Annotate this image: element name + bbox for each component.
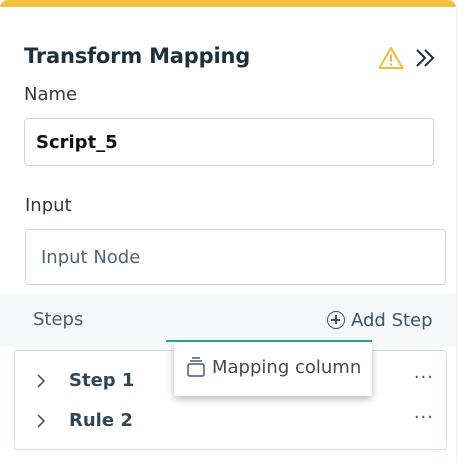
panel-title: Transform Mapping — [24, 44, 251, 68]
double-chevron-right-icon[interactable] — [414, 46, 436, 70]
name-field[interactable]: Script_5 — [24, 118, 434, 166]
chevron-right-icon[interactable] — [35, 374, 47, 388]
menu-item-mapping-column[interactable]: Mapping column — [186, 356, 361, 378]
chevron-right-icon[interactable] — [35, 414, 47, 428]
name-label: Name — [24, 84, 78, 105]
add-step-label: Add Step — [351, 309, 433, 331]
more-options-icon[interactable]: ··· — [414, 407, 434, 428]
add-step-button[interactable]: Add Step — [327, 309, 433, 331]
add-step-dropdown: Mapping column — [174, 342, 372, 396]
warning-icon[interactable] — [378, 46, 404, 70]
menu-item-label: Mapping column — [212, 356, 362, 378]
step-label: Rule 2 — [69, 410, 133, 431]
stack-icon — [187, 357, 205, 377]
transform-mapping-panel: Transform Mapping Name Script_5 Input In… — [0, 0, 456, 465]
more-options-icon[interactable]: ··· — [414, 367, 434, 388]
input-node-field[interactable]: Input Node — [25, 229, 446, 285]
steps-label: Steps — [33, 309, 84, 330]
step-item[interactable]: Rule 2 ··· — [15, 407, 446, 437]
input-label: Input — [25, 195, 72, 216]
panel-accent-bar — [0, 0, 456, 7]
step-label: Step 1 — [69, 370, 135, 391]
plus-circle-icon — [327, 311, 345, 329]
